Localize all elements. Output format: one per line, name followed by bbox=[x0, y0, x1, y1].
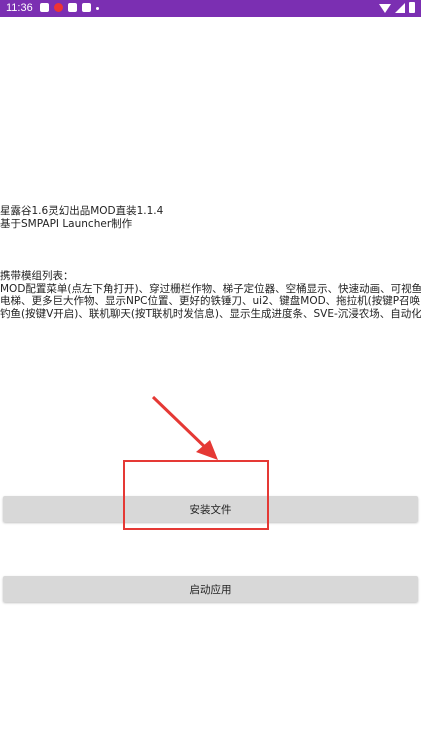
game-controller-icon bbox=[40, 3, 49, 12]
battery-icon bbox=[409, 2, 415, 13]
document-icon bbox=[82, 3, 91, 12]
gallery-icon bbox=[68, 3, 77, 12]
signal-icon bbox=[395, 2, 405, 13]
system-icons bbox=[379, 2, 415, 13]
app-title-line: 星露谷1.6灵幻出品MOD直装1.1.4 bbox=[0, 205, 164, 217]
wifi-icon bbox=[379, 3, 391, 13]
install-file-button[interactable]: 安装文件 bbox=[3, 496, 418, 522]
info-text: 星露谷1.6灵幻出品MOD直装1.1.4 基于SMPAPI Launcher制作… bbox=[0, 205, 421, 320]
arrow-annotation-icon bbox=[151, 395, 218, 460]
notification-icons bbox=[40, 3, 99, 12]
mod-list-heading: 携带模组列表： bbox=[0, 270, 74, 282]
dot-icon bbox=[96, 7, 99, 10]
mod-list-line-3: 钓鱼(按键V开启)、联机聊天(按T联机时发信息)、显示生成进度条、SVE-沉浸农… bbox=[0, 307, 421, 320]
app-subtitle-line: 基于SMPAPI Launcher制作 bbox=[0, 217, 133, 230]
notification-badge-icon bbox=[54, 3, 63, 12]
mod-list-line-1: MOD配置菜单(点左下角打开)、穿过栅栏作物、梯子定位器、空桶显示、快速动画、可… bbox=[0, 282, 421, 295]
status-time: 11:36 bbox=[6, 2, 33, 14]
mod-list-line-2: 电梯、更多巨大作物、显示NPC位置、更好的铁锤刀、ui2、键盘MOD、拖拉机(按… bbox=[0, 295, 421, 307]
launch-app-button[interactable]: 启动应用 bbox=[3, 576, 418, 602]
status-bar: 11:36 bbox=[0, 0, 421, 17]
